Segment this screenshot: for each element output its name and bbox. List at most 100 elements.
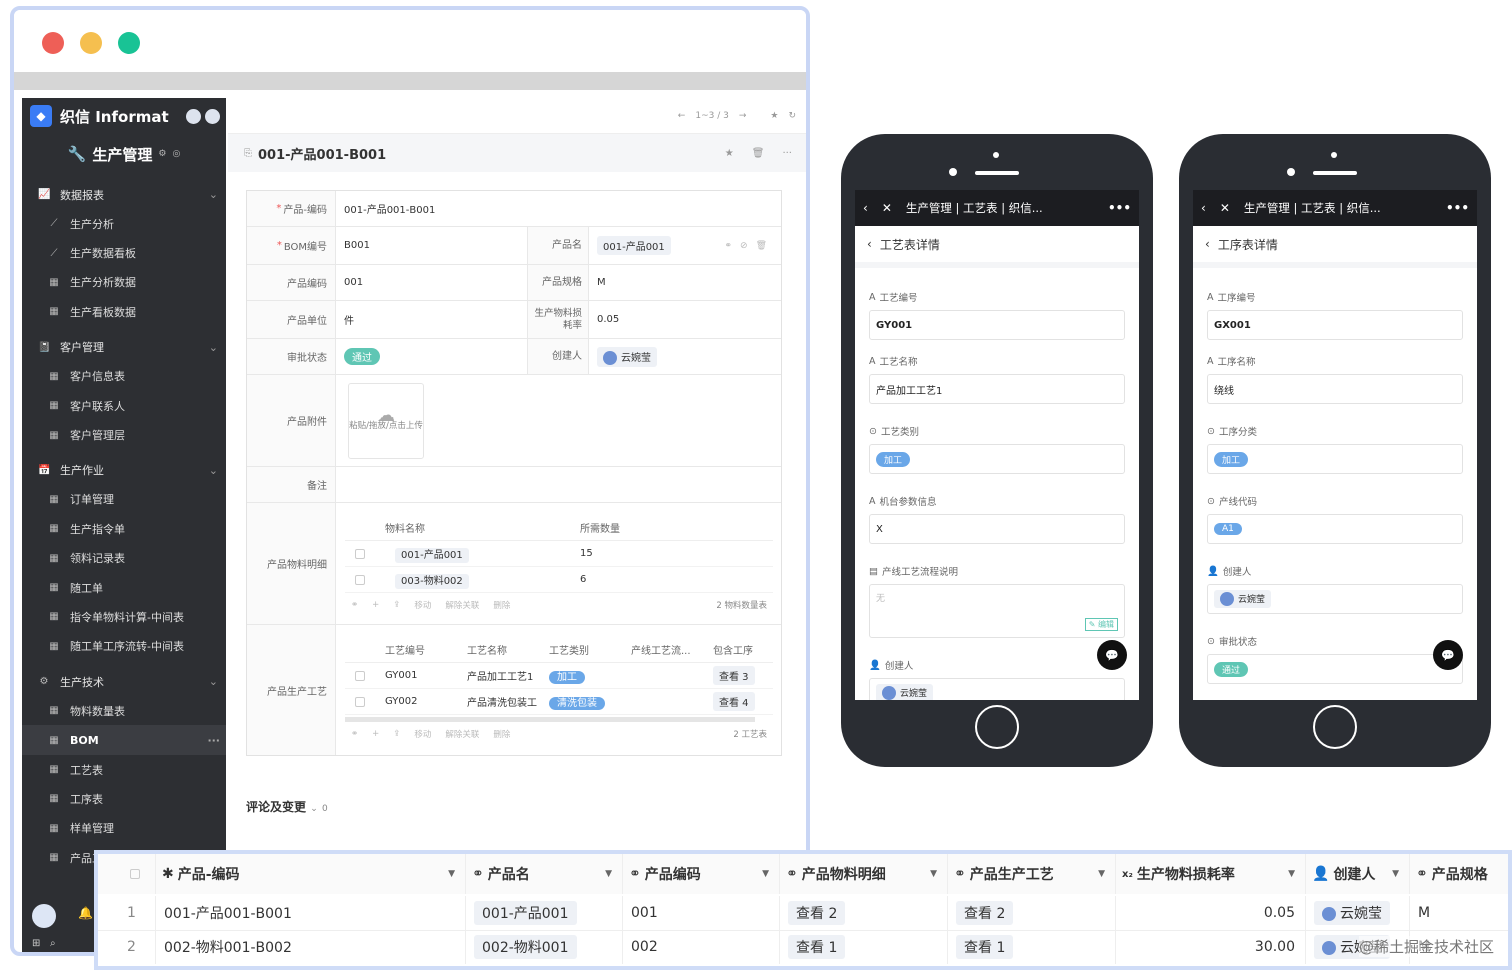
cell-product-code[interactable]: 002-物料001-B002: [156, 930, 466, 964]
view-steps-link[interactable]: 查看 4: [713, 692, 755, 711]
gear-icon[interactable]: ⚙: [158, 149, 166, 159]
move-button[interactable]: 移动: [414, 599, 431, 611]
sidebar-item[interactable]: ▦ 客户管理层: [22, 420, 226, 449]
select-all-checkbox[interactable]: [130, 869, 140, 879]
sidebar-group[interactable]: 📅 生产作业 ⌄: [22, 456, 226, 485]
prev-record-icon[interactable]: ←: [678, 111, 686, 121]
field-value[interactable]: 加工: [1207, 444, 1463, 474]
chevron-down-icon[interactable]: ▼: [448, 869, 455, 879]
chevron-down-icon[interactable]: ▼: [1098, 869, 1105, 879]
more-icon[interactable]: ···: [207, 734, 220, 747]
sidebar-item[interactable]: ▦ BOM ···: [22, 725, 226, 755]
upload-icon[interactable]: ⇪: [393, 729, 400, 739]
cell-spec[interactable]: M: [1410, 896, 1508, 930]
sidebar-item[interactable]: ▦ 生产分析数据: [22, 268, 226, 297]
sidebar-item[interactable]: ▦ 客户联系人: [22, 391, 226, 420]
sidebar-item[interactable]: ▦ 生产指令单: [22, 514, 226, 543]
material-name[interactable]: 001-产品001: [395, 548, 469, 563]
sidebar-item[interactable]: ▦ 随工单工序流转-中间表: [22, 632, 226, 661]
chevron-down-icon[interactable]: ⌄: [209, 675, 218, 688]
maximize-window-icon[interactable]: [118, 32, 140, 54]
row-checkbox[interactable]: [355, 670, 365, 681]
back-icon[interactable]: ‹: [1205, 237, 1210, 251]
link-icon[interactable]: ⚭: [351, 600, 358, 610]
move-button[interactable]: 移动: [414, 728, 431, 740]
edit-button[interactable]: ✎ 编辑: [1084, 618, 1118, 631]
chevron-down-icon[interactable]: ⌄: [209, 464, 218, 477]
upload-box[interactable]: ☁ 粘贴/拖放/点击上传: [348, 382, 424, 459]
cell-product-code[interactable]: 001-产品001-B001: [156, 896, 466, 930]
cell-process-link[interactable]: 查看 2: [956, 901, 1014, 925]
cell-loss[interactable]: 0.05: [1116, 896, 1306, 930]
field-value[interactable]: 加工: [869, 444, 1125, 474]
back-icon[interactable]: ‹: [1201, 201, 1206, 215]
col-header-spec[interactable]: ⚭ 产品规格: [1410, 854, 1508, 894]
more-icon[interactable]: ···: [782, 148, 792, 159]
table-row[interactable]: GY002 产品清洗包装工 清洗包装 查看 4: [345, 689, 773, 715]
table-row[interactable]: 001-产品001 15: [345, 541, 773, 567]
refresh-icon[interactable]: ↻: [788, 111, 796, 121]
loss-value[interactable]: 0.05: [589, 301, 619, 338]
sidebar-item[interactable]: ⟋ 生产数据看板: [22, 238, 226, 267]
material-name[interactable]: 003-物料002: [395, 574, 469, 589]
user-avatar[interactable]: [32, 904, 56, 928]
field-value[interactable]: GX001: [1207, 310, 1463, 340]
process-count[interactable]: 2 工艺表: [733, 728, 767, 740]
minimize-window-icon[interactable]: [80, 32, 102, 54]
delete-button[interactable]: 删除: [493, 599, 510, 611]
cell-process-link[interactable]: 查看 1: [956, 935, 1014, 959]
chevron-down-icon[interactable]: ▼: [1392, 869, 1399, 879]
search-icon[interactable]: ⌕: [50, 938, 56, 949]
chevron-down-icon[interactable]: ▼: [930, 869, 937, 879]
sidebar-item[interactable]: ▦ 样单管理: [22, 814, 226, 843]
view-steps-link[interactable]: 查看 3: [713, 666, 755, 685]
sidebar-item[interactable]: ▦ 物料数量表: [22, 696, 226, 725]
unlink-button[interactable]: 解除关联: [445, 728, 479, 740]
creator-value[interactable]: 云婉莹: [621, 353, 651, 364]
comment-fab-icon[interactable]: 💬: [1097, 640, 1127, 670]
unit-value[interactable]: 件: [336, 301, 354, 338]
field-value[interactable]: 无 ✎ 编辑: [869, 584, 1125, 638]
cell-product-name[interactable]: 001-产品001: [474, 901, 577, 925]
back-icon[interactable]: ‹: [867, 237, 872, 251]
row-checkbox[interactable]: [355, 548, 365, 559]
target-icon[interactable]: ◎: [172, 149, 180, 159]
product-name-chip[interactable]: 001-产品001: [597, 236, 671, 255]
star-icon[interactable]: ★: [770, 111, 778, 121]
cell-product-no[interactable]: 002: [623, 930, 780, 964]
user-avatar-icon[interactable]: [186, 108, 201, 124]
link-icon[interactable]: ⚭: [351, 729, 358, 739]
sidebar-item[interactable]: ▦ 随工单: [22, 573, 226, 602]
remark-value[interactable]: [336, 467, 776, 502]
cell-loss[interactable]: 30.00: [1116, 930, 1306, 964]
spec-value[interactable]: M: [589, 265, 606, 300]
delete-button[interactable]: 删除: [493, 728, 510, 740]
unlink-button[interactable]: 解除关联: [445, 599, 479, 611]
add-icon[interactable]: +: [372, 729, 379, 739]
field-value[interactable]: X: [869, 514, 1125, 544]
sidebar-item[interactable]: ▦ 订单管理: [22, 485, 226, 514]
col-header-creator[interactable]: 👤 创建人 ▼: [1306, 854, 1410, 894]
upload-icon[interactable]: ⇪: [393, 600, 400, 610]
field-value[interactable]: GY001: [869, 310, 1125, 340]
sidebar-group[interactable]: 📓 客户管理 ⌄: [22, 333, 226, 362]
comments-section[interactable]: 评论及变更 ⌄ 0: [246, 798, 328, 815]
chevron-down-icon[interactable]: ⌄: [209, 341, 218, 354]
add-icon[interactable]: +: [372, 600, 379, 610]
row-checkbox[interactable]: [355, 696, 365, 707]
col-header-product-no[interactable]: ⚭ 产品编码 ▼: [623, 854, 780, 894]
more-icon[interactable]: •••: [1108, 201, 1131, 215]
col-header-materials[interactable]: ⚭ 产品物料明细 ▼: [780, 854, 948, 894]
chevron-down-icon[interactable]: ▼: [1288, 869, 1295, 879]
more-icon[interactable]: •••: [1446, 201, 1469, 215]
sidebar-item[interactable]: ▦ 指令单物料计算-中间表: [22, 602, 226, 631]
sidebar-group[interactable]: 📈 数据报表 ⌄: [22, 180, 226, 209]
col-header-product-code[interactable]: ✱ 产品-编码 ▼: [156, 854, 466, 894]
cell-product-name[interactable]: 002-物料001: [474, 935, 577, 959]
materials-count[interactable]: 2 物料数量表: [716, 599, 767, 611]
col-header-process[interactable]: ⚭ 产品生产工艺 ▼: [948, 854, 1116, 894]
table-row[interactable]: 003-物料002 6: [345, 567, 773, 593]
favorite-icon[interactable]: ★: [725, 148, 734, 159]
table-row[interactable]: GY001 产品加工工艺1 加工 查看 3: [345, 663, 773, 689]
cell-product-no[interactable]: 001: [623, 896, 780, 930]
